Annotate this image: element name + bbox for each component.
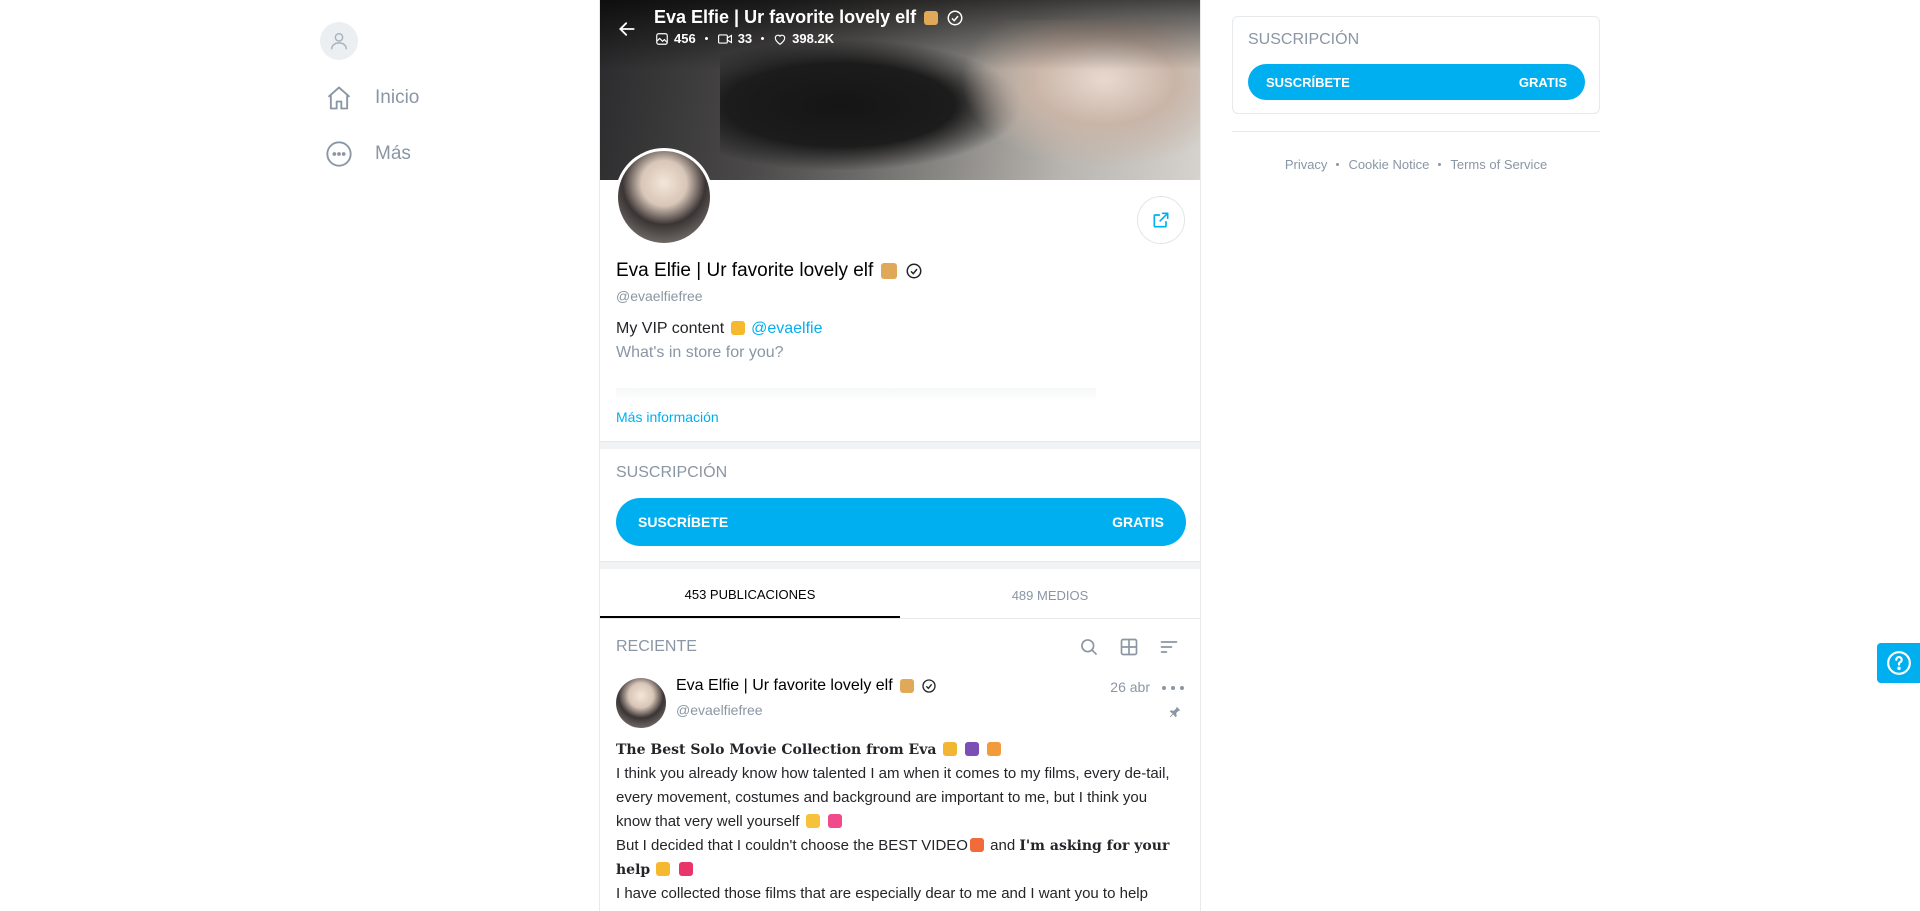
header-title: Eva Elfie | Ur favorite lovely elf (654, 7, 964, 28)
arrow-left-icon (619, 22, 635, 36)
trophy-emoji-icon (942, 742, 957, 756)
profile-name: Eva Elfie | Ur favorite lovely elf (616, 260, 923, 282)
post-text: The Best Solo Movie Collection from Eva … (616, 738, 1186, 906)
share-icon (1153, 212, 1169, 228)
post-title: The Best Solo Movie Collection from Eva (616, 738, 1186, 762)
nav-item-more[interactable]: Más (320, 126, 580, 182)
post-paragraph-2: But I decided that I couldn't choose the… (616, 837, 1170, 878)
cookie-notice-link[interactable]: Cookie Notice (1348, 157, 1429, 172)
heart-icon (774, 34, 786, 45)
nav-item-home[interactable]: Inicio (320, 70, 580, 126)
pointing-hand-emoji-icon (730, 321, 745, 335)
profile-avatar[interactable] (615, 148, 713, 246)
more-info-link[interactable]: Más información (616, 409, 719, 425)
tab-media[interactable]: 489 MEDIOS (900, 573, 1200, 618)
post-author-name[interactable]: Eva Elfie | Ur favorite lovely elf (676, 677, 937, 695)
post-paragraph-1: I think you already know how talented I … (616, 765, 1170, 830)
verified-icon (947, 10, 963, 25)
subscribe-button-label: SUSCRÍBETE (638, 514, 729, 530)
subscription-label: SUSCRIPCIÓN (616, 464, 728, 481)
home-icon (320, 79, 358, 117)
subscribe-price: GRATIS (1518, 74, 1567, 90)
profile-column: Eva Elfie | Ur favorite lovely elf 456 3… (599, 0, 1201, 911)
verified-icon (906, 263, 922, 279)
footer-links: Privacy Cookie Notice Terms of Service (1232, 157, 1600, 172)
profile-handle: @evaelfiefree (616, 288, 703, 304)
grid-view-button[interactable] (1114, 634, 1144, 660)
user-avatar[interactable] (320, 22, 358, 60)
cover-image: Eva Elfie | Ur favorite lovely elf 456 3… (600, 0, 1200, 180)
subscribe-button-label: SUSCRÍBETE (1266, 74, 1350, 90)
left-navigation: Inicio Más (320, 22, 580, 182)
back-button[interactable] (612, 14, 642, 44)
post-options-button[interactable] (1162, 680, 1184, 696)
privacy-link[interactable]: Privacy (1285, 157, 1328, 172)
more-dots-icon (1162, 686, 1166, 690)
bio-link[interactable]: @evaelfie (751, 320, 822, 337)
praying-emoji-icon (656, 862, 671, 876)
subscription-label: SUSCRIPCIÓN (1248, 31, 1360, 48)
videos-count: 33 (717, 31, 752, 46)
camera-emoji-icon (964, 742, 979, 756)
elf-emoji-icon (881, 263, 898, 279)
search-icon (1081, 639, 1098, 656)
sidebar-subscribe-button[interactable]: SUSCRÍBETE GRATIS (1248, 64, 1585, 100)
nav-item-label: Más (375, 143, 411, 164)
feed-section-label: RECIENTE (616, 638, 697, 655)
elf-emoji-icon (924, 10, 939, 25)
party-emoji-icon (986, 742, 1001, 756)
bio-line-1: My VIP content @evaelfie (616, 320, 823, 337)
pin-icon (1169, 706, 1181, 718)
subscribe-price: GRATIS (1112, 514, 1164, 530)
tab-posts[interactable]: 453 PUBLICACIONES (600, 573, 900, 618)
verified-icon (922, 679, 936, 693)
share-button[interactable] (1137, 196, 1185, 244)
terms-of-service-link[interactable]: Terms of Service (1450, 157, 1547, 172)
video-icon (717, 33, 732, 44)
subscribe-button[interactable]: SUSCRÍBETE GRATIS (616, 498, 1186, 546)
help-icon (1886, 651, 1911, 675)
grid-icon (1120, 638, 1138, 656)
sort-icon (1160, 641, 1178, 653)
image-icon (656, 32, 668, 45)
profile-stats: 456 33 398.2K (655, 31, 834, 46)
nav-item-label: Inicio (375, 87, 420, 108)
post-date: 26 abr (1110, 679, 1150, 695)
sparkling-heart-emoji-icon (678, 862, 693, 876)
post-author-avatar[interactable] (616, 678, 666, 728)
help-button[interactable] (1877, 643, 1920, 683)
content-tabs: 453 PUBLICACIONES 489 MEDIOS (600, 573, 1200, 619)
more-circle-icon (320, 135, 358, 173)
subscription-card: SUSCRIPCIÓN SUSCRÍBETE GRATIS (1232, 16, 1600, 114)
likes-count: 398.2K (773, 31, 834, 46)
bio-line-2: What's in store for you? (616, 344, 784, 361)
hearts-emoji-icon (827, 814, 842, 828)
post-paragraph-3: I have collected those films that are es… (616, 885, 1148, 902)
user-icon (330, 32, 348, 50)
photos-count: 456 (655, 31, 696, 46)
header-name: Eva Elfie | Ur favorite lovely elf (654, 7, 917, 27)
feed-toolbar: RECIENTE (616, 634, 1184, 660)
sort-button[interactable] (1154, 634, 1184, 660)
post-author-handle: @evaelfiefree (676, 702, 763, 718)
heart-eyes-emoji-icon (969, 838, 984, 852)
wink-emoji-icon (805, 814, 820, 828)
search-button[interactable] (1074, 634, 1104, 660)
elf-emoji-icon (899, 679, 914, 693)
